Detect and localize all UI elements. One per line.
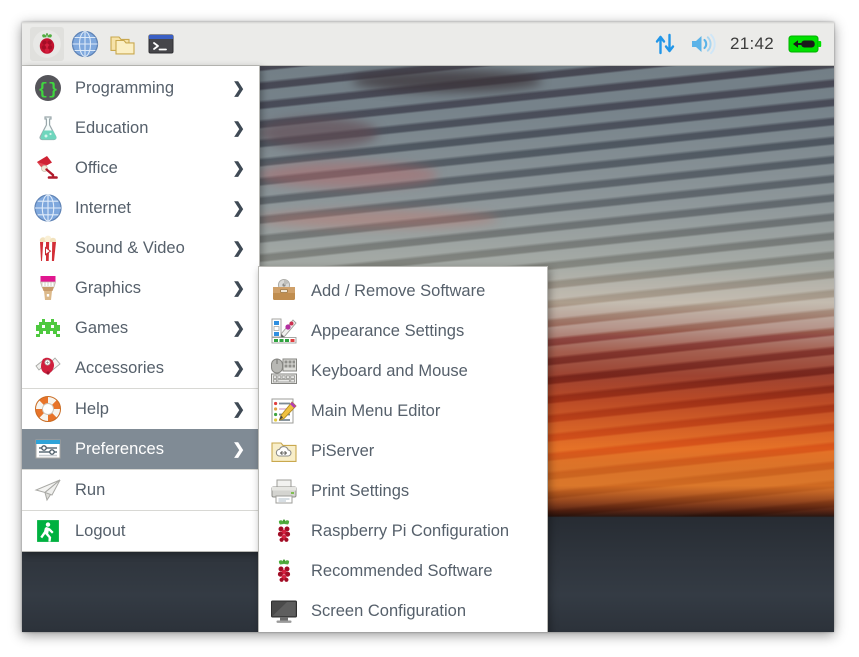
color-palette-icon xyxy=(269,316,299,346)
raspberry-icon xyxy=(269,516,299,546)
menu-item-label: Run xyxy=(75,480,106,499)
braces-icon: {} xyxy=(32,72,64,104)
cloud-wisp xyxy=(258,118,378,148)
submenu-item-raspberry-pi-configuration[interactable]: Raspberry Pi Configuration xyxy=(259,511,547,551)
menu-item-label: Graphics xyxy=(75,278,142,297)
chevron-right-icon: ❯ xyxy=(232,440,245,458)
menu-item-preferences[interactable]: Preferences ❯ xyxy=(22,429,259,469)
system-tray: 21:42 xyxy=(654,32,822,56)
paper-plane-icon xyxy=(32,474,64,506)
submenu-item-keyboard-and-mouse[interactable]: Keyboard and Mouse xyxy=(259,351,547,391)
web-browser-button[interactable] xyxy=(68,27,102,61)
menu-item-office[interactable]: Office ❯ xyxy=(22,148,259,188)
network-up-down-icon[interactable] xyxy=(654,32,676,56)
keyboard-mouse-icon xyxy=(269,356,299,386)
menu-item-label: Preferences xyxy=(75,439,164,458)
screen-root: 21:42 {} Programming ❯ Education ❯ Offic… xyxy=(0,0,859,657)
chevron-right-icon: ❯ xyxy=(232,239,245,257)
main-menu: {} Programming ❯ Education ❯ Office ❯ In… xyxy=(22,66,260,552)
desk-lamp-icon xyxy=(32,152,64,184)
preferences-submenu: Add / Remove Software Appearance Setting… xyxy=(258,266,548,632)
battery-charging-icon[interactable] xyxy=(788,33,822,55)
cloud-wisp xyxy=(258,162,438,188)
menu-item-help[interactable]: Help ❯ xyxy=(22,389,259,429)
menu-item-label: Sound & Video xyxy=(75,238,185,257)
menu-item-label: Internet xyxy=(75,198,131,217)
raspberry-menu-button[interactable] xyxy=(30,26,64,61)
paintbrush-icon xyxy=(32,272,64,304)
submenu-item-add-remove-software[interactable]: Add / Remove Software xyxy=(259,271,547,311)
submenu-item-screen-configuration[interactable]: Screen Configuration xyxy=(259,591,547,631)
menu-item-sound-and-video[interactable]: Sound & Video ❯ xyxy=(22,228,259,268)
submenu-item-label: Keyboard and Mouse xyxy=(311,361,468,380)
cloud-wisp xyxy=(258,210,498,228)
chevron-right-icon: ❯ xyxy=(232,159,245,177)
clock[interactable]: 21:42 xyxy=(730,34,774,54)
submenu-item-label: Add / Remove Software xyxy=(311,281,486,300)
menu-item-label: Help xyxy=(75,399,109,418)
menu-item-label: Accessories xyxy=(75,358,164,377)
menu-item-games[interactable]: Games ❯ xyxy=(22,308,259,348)
flask-icon xyxy=(32,112,64,144)
software-toolbox-icon xyxy=(269,276,299,306)
submenu-item-piserver[interactable]: PiServer xyxy=(259,431,547,471)
menu-item-label: Education xyxy=(75,118,149,137)
chevron-right-icon: ❯ xyxy=(232,119,245,137)
printer-icon xyxy=(269,476,299,506)
menu-item-internet[interactable]: Internet ❯ xyxy=(22,188,259,228)
menu-item-run[interactable]: Run xyxy=(22,470,259,510)
chevron-right-icon: ❯ xyxy=(232,79,245,97)
chevron-right-icon: ❯ xyxy=(232,359,245,377)
chevron-right-icon: ❯ xyxy=(232,319,245,337)
submenu-item-label: Screen Configuration xyxy=(311,601,467,620)
submenu-item-recommended-software[interactable]: Recommended Software xyxy=(259,551,547,591)
space-invader-icon xyxy=(32,312,64,344)
menu-item-label: Logout xyxy=(75,521,126,540)
menu-item-accessories[interactable]: Accessories ❯ xyxy=(22,348,259,388)
file-manager-button[interactable] xyxy=(106,27,140,61)
menu-item-label: Office xyxy=(75,158,118,177)
menu-pencil-icon xyxy=(269,396,299,426)
submenu-item-label: Raspberry Pi Configuration xyxy=(311,521,510,540)
sliders-icon xyxy=(32,433,64,465)
life-ring-icon xyxy=(32,393,64,425)
submenu-item-label: Main Menu Editor xyxy=(311,401,441,420)
pocket-knife-icon xyxy=(32,352,64,384)
raspberry-icon xyxy=(269,556,299,586)
globe-icon xyxy=(32,192,64,224)
svg-text:{}: {} xyxy=(38,81,58,100)
desktop-window: 21:42 {} Programming ❯ Education ❯ Offic… xyxy=(22,22,834,632)
menu-item-label: Programming xyxy=(75,78,175,97)
cloud-folder-icon xyxy=(269,436,299,466)
menu-item-programming[interactable]: {} Programming ❯ xyxy=(22,68,259,108)
speaker-icon[interactable] xyxy=(690,32,716,56)
menu-item-graphics[interactable]: Graphics ❯ xyxy=(22,268,259,308)
chevron-right-icon: ❯ xyxy=(232,199,245,217)
monitor-icon xyxy=(269,596,299,626)
taskbar: 21:42 xyxy=(22,22,834,66)
chevron-right-icon: ❯ xyxy=(232,279,245,297)
submenu-item-label: Print Settings xyxy=(311,481,410,500)
chevron-right-icon: ❯ xyxy=(232,400,245,418)
popcorn-icon xyxy=(32,232,64,264)
menu-item-label: Games xyxy=(75,318,129,337)
submenu-item-appearance-settings[interactable]: Appearance Settings xyxy=(259,311,547,351)
terminal-button[interactable] xyxy=(144,27,178,61)
menu-item-education[interactable]: Education ❯ xyxy=(22,108,259,148)
menu-item-logout[interactable]: Logout xyxy=(22,511,259,551)
submenu-item-main-menu-editor[interactable]: Main Menu Editor xyxy=(259,391,547,431)
submenu-item-print-settings[interactable]: Print Settings xyxy=(259,471,547,511)
submenu-item-label: Recommended Software xyxy=(311,561,493,580)
cloud-wisp xyxy=(352,70,542,92)
submenu-item-label: PiServer xyxy=(311,441,375,460)
exit-person-icon xyxy=(32,515,64,547)
submenu-item-label: Appearance Settings xyxy=(311,321,465,340)
